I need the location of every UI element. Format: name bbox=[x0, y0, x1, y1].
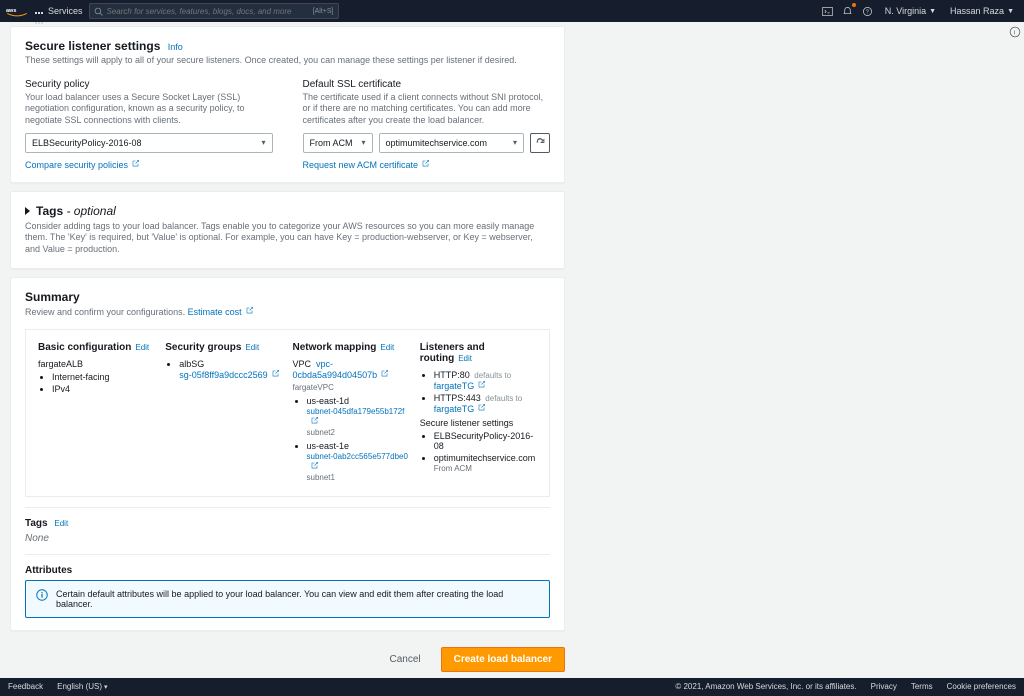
tags-panel: Tags - optional Consider adding tags to … bbox=[10, 191, 565, 269]
list-item: us-east-1e subnet-0ab2cc565e577dbe0 subn… bbox=[307, 441, 410, 482]
vpc-name: fargateVPC bbox=[293, 383, 410, 392]
security-groups-col: Security groupsEdit albSG sg-05f8ff9a9dc… bbox=[165, 342, 282, 484]
edit-network-link[interactable]: Edit bbox=[380, 343, 394, 352]
tg-link[interactable]: fargateTG bbox=[434, 381, 487, 391]
secure-listener-panel: Secure listener settings Info These sett… bbox=[10, 26, 565, 183]
refresh-button[interactable] bbox=[530, 133, 550, 153]
aws-logo[interactable]: aws bbox=[6, 4, 28, 18]
svg-text:i: i bbox=[1014, 30, 1015, 36]
help-icon[interactable]: ? bbox=[861, 4, 875, 18]
feedback-link[interactable]: Feedback bbox=[8, 682, 43, 691]
services-menu[interactable]: Services bbox=[34, 6, 83, 16]
list-item: Internet-facing bbox=[52, 372, 155, 382]
list-item: optimumitechservice.com From ACM bbox=[434, 453, 537, 473]
language-selector[interactable]: English (US) bbox=[57, 682, 107, 691]
summary-panel: Summary Review and confirm your configur… bbox=[10, 277, 565, 631]
ssl-cert-label: Default SSL certificate bbox=[303, 79, 551, 90]
edit-basic-link[interactable]: Edit bbox=[135, 343, 149, 352]
list-item: albSG sg-05f8ff9a9dccc2569 bbox=[179, 359, 282, 380]
secure-listener-title: Secure listener settings Info bbox=[25, 39, 550, 53]
info-panel-toggle[interactable]: i bbox=[1006, 22, 1024, 42]
estimate-cost-link[interactable]: Estimate cost bbox=[188, 307, 254, 317]
search-shortcut: [Alt+S] bbox=[313, 8, 334, 15]
attributes-info-text: Certain default attributes will be appli… bbox=[56, 589, 539, 609]
basic-config-col: Basic configurationEdit fargateALB Inter… bbox=[38, 342, 155, 484]
attributes-title: Attributes bbox=[25, 565, 550, 576]
summary-grid: Basic configurationEdit fargateALB Inter… bbox=[25, 329, 550, 497]
security-policy-label: Security policy bbox=[25, 79, 273, 90]
info-link[interactable]: Info bbox=[168, 42, 183, 52]
cookie-link[interactable]: Cookie preferences bbox=[947, 682, 1016, 691]
search-input[interactable] bbox=[107, 7, 309, 16]
cloudshell-icon[interactable] bbox=[821, 4, 835, 18]
lb-name: fargateALB bbox=[38, 359, 155, 369]
top-nav: aws Services [Alt+S] ? N. Virginia▼ Hass… bbox=[0, 0, 1024, 22]
search-box[interactable]: [Alt+S] bbox=[89, 3, 339, 19]
tags-toggle[interactable]: Tags - optional bbox=[25, 204, 550, 218]
subnet1-link[interactable]: subnet-045dfa179e55b172f bbox=[307, 407, 405, 427]
account-menu[interactable]: Hassan Raza▼ bbox=[946, 6, 1018, 16]
search-icon bbox=[94, 7, 103, 16]
listeners-routing-col: Listeners and routingEdit HTTP:80 defaul… bbox=[420, 342, 537, 484]
region-selector[interactable]: N. Virginia▼ bbox=[881, 6, 940, 16]
summary-desc: Review and confirm your configurations. … bbox=[25, 306, 550, 319]
info-icon bbox=[36, 589, 48, 601]
grid-icon bbox=[34, 6, 44, 16]
copyright: © 2021, Amazon Web Services, Inc. or its… bbox=[675, 682, 856, 691]
cancel-button[interactable]: Cancel bbox=[379, 647, 430, 672]
summary-title: Summary bbox=[25, 290, 550, 304]
security-policy-select[interactable]: ELBSecurityPolicy-2016-08 bbox=[25, 133, 273, 153]
list-item: IPv4 bbox=[52, 384, 155, 394]
tags-none: None bbox=[25, 533, 550, 544]
compare-policies-link[interactable]: Compare security policies bbox=[25, 160, 140, 170]
subnet2-link[interactable]: subnet-0ab2cc565e577dbe0 bbox=[307, 452, 408, 472]
edit-routing-link[interactable]: Edit bbox=[458, 354, 472, 363]
tags-desc: Consider adding tags to your load balanc… bbox=[25, 221, 550, 256]
edit-tags-link[interactable]: Edit bbox=[54, 519, 68, 528]
ssl-cert-help: The certificate used if a client connect… bbox=[303, 92, 551, 127]
secure-listener-desc: These settings will apply to all of your… bbox=[25, 55, 550, 67]
services-label: Services bbox=[48, 6, 83, 16]
edit-sg-link[interactable]: Edit bbox=[245, 343, 259, 352]
notifications-icon[interactable] bbox=[841, 4, 855, 18]
refresh-icon bbox=[535, 137, 546, 148]
list-item: HTTPS:443 defaults to fargateTG bbox=[434, 393, 537, 414]
action-row: Cancel Create load balancer bbox=[10, 639, 565, 678]
sg-id-link[interactable]: sg-05f8ff9a9dccc2569 bbox=[179, 370, 279, 380]
security-policy-help: Your load balancer uses a Secure Socket … bbox=[25, 92, 273, 127]
privacy-link[interactable]: Privacy bbox=[871, 682, 897, 691]
list-item: us-east-1d subnet-045dfa179e55b172f subn… bbox=[307, 396, 410, 437]
cert-source-select[interactable]: From ACM bbox=[303, 133, 373, 153]
request-cert-link[interactable]: Request new ACM certificate bbox=[303, 160, 431, 170]
tg-link2[interactable]: fargateTG bbox=[434, 404, 487, 414]
list-item: HTTP:80 defaults to fargateTG bbox=[434, 370, 537, 391]
svg-text:?: ? bbox=[866, 9, 869, 15]
terms-link[interactable]: Terms bbox=[911, 682, 933, 691]
cert-value-select[interactable]: optimumitechservice.com bbox=[379, 133, 525, 153]
sls-subtitle: Secure listener settings bbox=[420, 418, 537, 428]
network-mapping-col: Network mappingEdit VPC vpc-0cbda5a994d0… bbox=[293, 342, 410, 484]
attributes-info-alert: Certain default attributes will be appli… bbox=[25, 580, 550, 618]
footer: Feedback English (US) © 2021, Amazon Web… bbox=[0, 678, 1024, 696]
create-load-balancer-button[interactable]: Create load balancer bbox=[441, 647, 565, 672]
list-item: ELBSecurityPolicy-2016-08 bbox=[434, 431, 537, 451]
caret-right-icon bbox=[25, 207, 30, 215]
